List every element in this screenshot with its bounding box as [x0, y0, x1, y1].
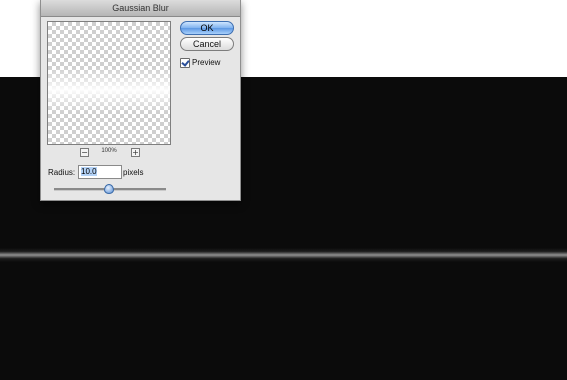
preview-label[interactable]: Preview — [192, 58, 220, 68]
cancel-button[interactable]: Cancel — [180, 37, 234, 51]
gaussian-blur-dialog: Gaussian Blur − 100% + OK Cancel Preview… — [40, 0, 241, 201]
glow-line — [0, 248, 567, 262]
preview-checkbox[interactable] — [180, 58, 190, 68]
zoom-in-button[interactable]: + — [131, 148, 140, 157]
radius-units-label: pixels — [123, 168, 144, 177]
radius-label: Radius: — [48, 168, 76, 177]
radius-value: 10.0 — [81, 167, 97, 176]
zoom-level: 100% — [101, 148, 117, 154]
dialog-title[interactable]: Gaussian Blur — [41, 0, 240, 17]
radius-slider-thumb[interactable] — [104, 184, 114, 194]
ok-button[interactable]: OK — [180, 21, 234, 35]
radius-input[interactable]: 10.0 — [78, 165, 122, 179]
blur-preview[interactable] — [47, 21, 171, 145]
preview-glow — [48, 68, 170, 112]
zoom-out-button[interactable]: − — [80, 148, 89, 157]
